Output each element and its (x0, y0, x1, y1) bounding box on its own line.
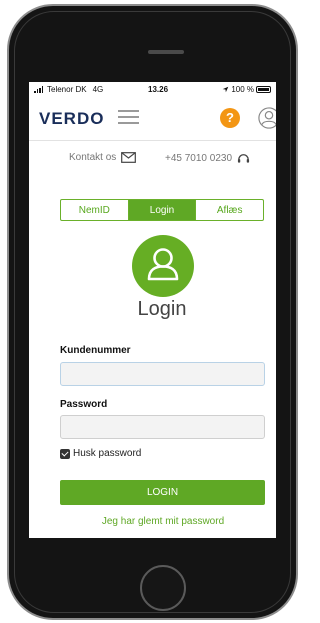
remember-password-row[interactable]: Husk password (60, 448, 141, 459)
status-left: Telenor DK 4G (34, 85, 103, 94)
location-arrow-icon (223, 86, 229, 93)
home-button[interactable] (140, 565, 186, 611)
battery-percent: 100 % (231, 85, 254, 94)
forgot-password-link[interactable]: Jeg har glemt mit password (29, 516, 276, 527)
contact-label: Kontakt os (69, 152, 117, 163)
network-type: 4G (92, 85, 104, 94)
speaker-grille (148, 50, 184, 54)
tab-nemid[interactable]: NemID (61, 200, 128, 220)
user-avatar-icon (147, 248, 179, 281)
help-icon[interactable]: ? (220, 108, 240, 128)
status-time: 13.26 (148, 85, 169, 94)
contact-row: Kontakt os +45 7010 0230 (29, 152, 276, 168)
customer-number-field[interactable] (60, 362, 265, 386)
status-right: 100 % (222, 85, 271, 94)
signal-icon (34, 86, 43, 93)
password-field[interactable] (60, 415, 265, 439)
tab-aflaes[interactable]: Aflæs (195, 200, 263, 220)
carrier-name: Telenor DK (47, 85, 87, 94)
user-icon[interactable] (258, 107, 276, 129)
customer-number-label: Kundenummer (60, 345, 131, 356)
verdo-logo[interactable]: VERDO (39, 109, 104, 129)
tab-login[interactable]: Login (127, 200, 196, 220)
phone-link[interactable]: +45 7010 0230 (165, 152, 250, 165)
menu-icon[interactable] (118, 109, 139, 125)
login-avatar (132, 235, 194, 297)
mail-icon (121, 152, 137, 163)
contact-us-link[interactable]: Kontakt os (69, 152, 137, 163)
remember-password-label: Husk password (73, 448, 142, 459)
headset-icon (237, 154, 250, 163)
checkbox-check-icon[interactable] (60, 448, 70, 459)
battery-icon (256, 86, 271, 93)
status-bar: Telenor DK 4G 13.26 100 % (29, 82, 276, 96)
phone-number: +45 7010 0230 (165, 153, 233, 164)
top-navbar: VERDO ? (29, 96, 276, 141)
login-button[interactable]: LOGIN (60, 480, 265, 505)
password-label: Password (60, 399, 108, 410)
page-title: Login (137, 298, 187, 320)
app-screen: Telenor DK 4G 13.26 100 % VERDO ? Kontak… (29, 82, 276, 538)
login-method-tabs: NemID Login Aflæs (60, 199, 264, 221)
